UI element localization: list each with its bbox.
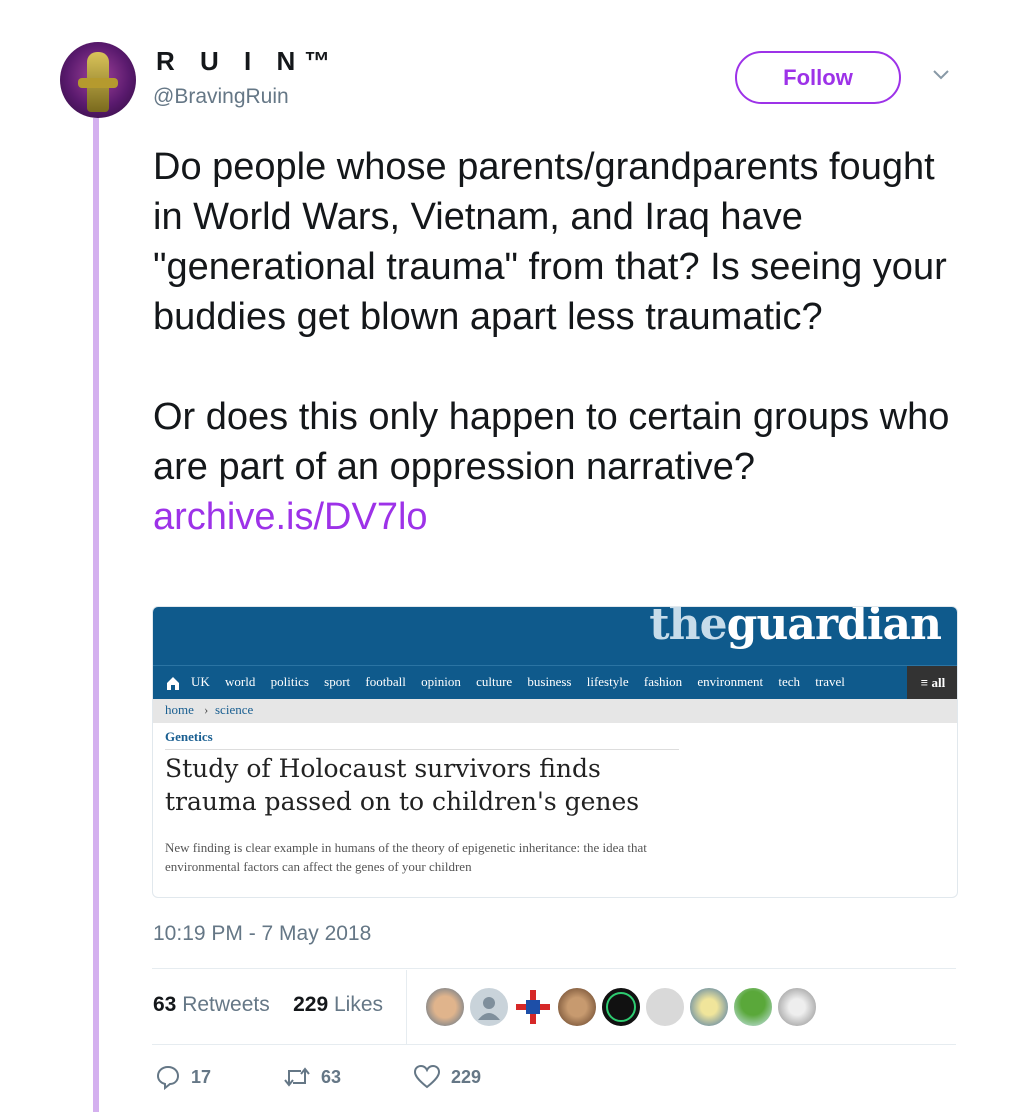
avatar[interactable] <box>60 42 136 118</box>
breadcrumb-section: science <box>215 702 254 717</box>
like-button[interactable]: 229 <box>413 1064 481 1090</box>
liker-avatar[interactable] <box>513 987 553 1027</box>
like-stat[interactable]: 229 Likes <box>293 993 383 1016</box>
nav-item: opinion <box>421 674 461 689</box>
tweet-body: Do people whose parents/grandparents fou… <box>153 146 950 488</box>
thread-line <box>93 118 99 1112</box>
nav-item: football <box>365 674 406 689</box>
article-standfirst: New finding is clear example in humans o… <box>165 840 647 874</box>
nav-item: politics <box>270 674 309 689</box>
guardian-logo: theguardian <box>649 606 942 650</box>
divider <box>165 749 679 750</box>
user-handle[interactable]: @BravingRuin <box>153 85 289 109</box>
guardian-nav-items: UK world politics sport football opinion… <box>191 674 857 690</box>
liker-avatar[interactable] <box>601 987 641 1027</box>
tweet-timestamp[interactable]: 10:19 PM - 7 May 2018 <box>153 922 371 946</box>
retweet-count: 63 <box>321 1066 342 1087</box>
breadcrumb: home › science <box>153 699 957 723</box>
liker-avatar[interactable] <box>425 987 465 1027</box>
liker-avatar[interactable] <box>645 987 685 1027</box>
retweet-icon <box>284 1067 310 1087</box>
liker-avatar[interactable] <box>733 987 773 1027</box>
liker-avatar[interactable] <box>689 987 729 1027</box>
retweet-button[interactable]: 63 <box>283 1064 341 1090</box>
nav-item: sport <box>324 674 351 689</box>
breadcrumb-home: home <box>165 702 194 717</box>
home-icon <box>167 677 179 690</box>
guardian-nav: UK world politics sport football opinion… <box>153 665 957 700</box>
nav-item: fashion <box>643 674 683 689</box>
tweet-text: Do people whose parents/grandparents fou… <box>153 142 973 542</box>
avatar-figure-arms <box>78 78 118 88</box>
nav-item: culture <box>476 674 513 689</box>
follow-button[interactable]: Follow <box>735 51 901 104</box>
reply-icon <box>156 1065 180 1090</box>
guardian-header: theguardian <box>153 606 957 665</box>
nav-item: environment <box>697 674 764 689</box>
tweet-link[interactable]: archive.is/DV7lo <box>153 496 428 538</box>
breadcrumb-separator: › <box>204 702 209 717</box>
divider <box>152 968 956 969</box>
like-count: 229 <box>451 1066 482 1087</box>
article-headline: Study of Holocaust survivors finds traum… <box>165 754 640 816</box>
reply-button[interactable]: 17 <box>155 1064 211 1090</box>
section-label: Genetics <box>165 729 213 744</box>
nav-item: UK <box>191 674 210 689</box>
liker-avatar[interactable] <box>557 987 597 1027</box>
divider <box>152 1044 956 1045</box>
link-card[interactable]: theguardian UK world politics sport foot… <box>152 606 958 898</box>
nav-item: world <box>225 674 256 689</box>
nav-all: ≡ all <box>907 666 957 700</box>
reply-count: 17 <box>191 1066 212 1087</box>
engagement-stats: 63 Retweets 229 Likes <box>153 993 383 1017</box>
chevron-down-icon[interactable] <box>931 68 951 82</box>
retweet-stat[interactable]: 63 Retweets <box>153 993 270 1016</box>
liker-avatar[interactable] <box>777 987 817 1027</box>
divider <box>406 970 407 1044</box>
display-name[interactable]: R U I N™ <box>156 46 339 77</box>
nav-item: travel <box>815 674 845 689</box>
nav-item: tech <box>778 674 801 689</box>
liker-avatar[interactable] <box>469 987 509 1027</box>
heart-icon <box>413 1064 441 1089</box>
nav-item: business <box>527 674 572 689</box>
nav-item: lifestyle <box>586 674 629 689</box>
